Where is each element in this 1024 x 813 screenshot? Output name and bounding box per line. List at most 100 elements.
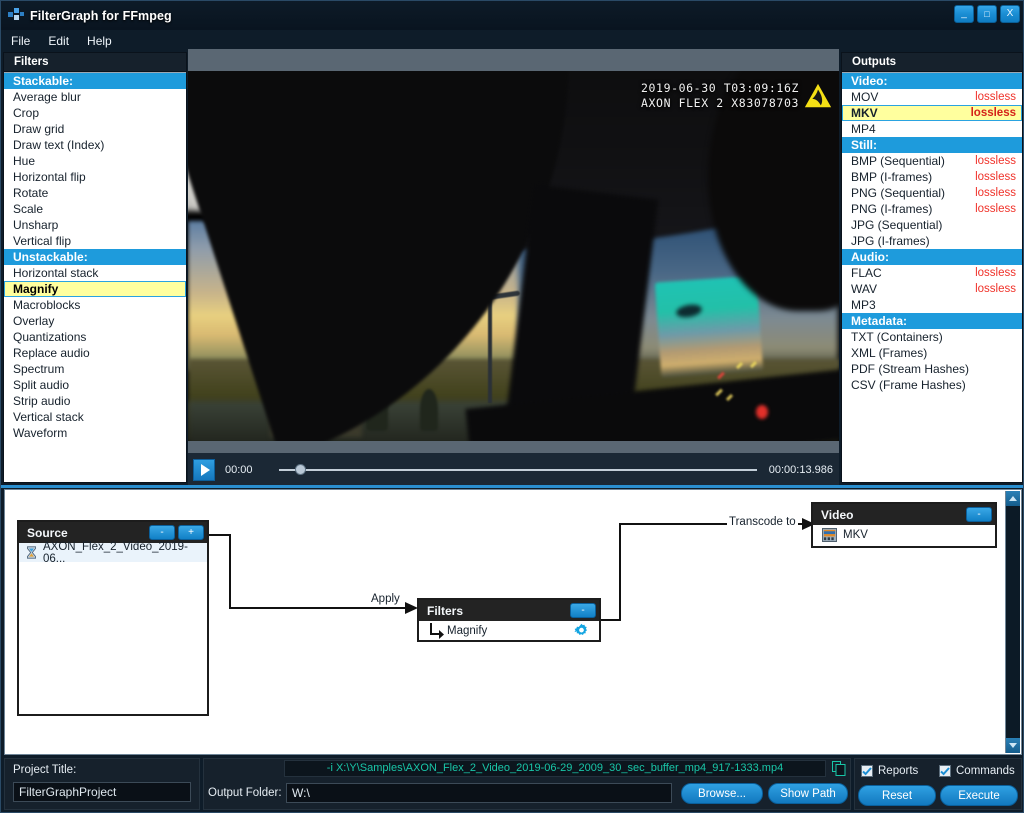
filters-list-item[interactable]: Draw grid <box>4 121 186 137</box>
filters-list[interactable]: Stackable: Average blur Crop Draw grid Draw … <box>4 72 186 482</box>
lossless-badge: lossless <box>975 203 1016 215</box>
app-logo-icon <box>8 7 24 24</box>
output-folder-label: Output Folder: <box>208 787 282 799</box>
filters-list-item[interactable]: Magnify <box>419 621 599 640</box>
outputs-list-item[interactable]: JPG (Sequential) <box>842 217 1022 233</box>
command-line-preview: -i X:\Y\Samples\AXON_Flex_2_Video_2019-0… <box>284 760 826 777</box>
outputs-list-item[interactable]: BMP (Sequential) lossless <box>842 153 1022 169</box>
show-path-button[interactable]: Show Path <box>768 783 848 804</box>
source-node-title: Source <box>27 525 68 540</box>
outputs-list-item[interactable]: XML (Frames) <box>842 345 1022 361</box>
outputs-list-item[interactable]: BMP (I-frames) lossless <box>842 169 1022 185</box>
outputs-item-label: Still: <box>851 138 877 152</box>
maximize-button[interactable]: □ <box>977 5 997 23</box>
hourglass-icon <box>27 546 36 559</box>
video-remove-button[interactable]: - <box>966 507 992 522</box>
application-window: FilterGraph for FFmpeg _ □ X File Edit H… <box>0 0 1024 813</box>
source-remove-button[interactable]: - <box>149 525 175 540</box>
outputs-list-item[interactable]: MOV lossless <box>842 89 1022 105</box>
outputs-list-item[interactable]: TXT (Containers) <box>842 329 1022 345</box>
menu-file[interactable]: File <box>11 32 39 50</box>
video-item-label: MKV <box>843 528 868 541</box>
elbow-arrow-icon <box>430 622 444 639</box>
filters-list-item[interactable]: Vertical flip <box>4 233 186 249</box>
filters-list-item[interactable]: Crop <box>4 105 186 121</box>
filters-list-item[interactable]: Horizontal stack <box>4 265 186 281</box>
filters-graph-node[interactable]: Filters - Magnify <box>417 598 601 642</box>
filters-list-item[interactable]: Draw text (Index) <box>4 137 186 153</box>
video-scene-image <box>188 71 839 441</box>
filters-list-item[interactable]: Scale <box>4 201 186 217</box>
outputs-list-item[interactable]: MKV lossless <box>842 105 1022 121</box>
outputs-list-item[interactable]: MP4 <box>842 121 1022 137</box>
outputs-list-item[interactable]: PNG (Sequential) lossless <box>842 185 1022 201</box>
lossless-badge: lossless <box>975 283 1016 295</box>
execute-button[interactable]: Execute <box>940 785 1018 806</box>
outputs-item-label: BMP (I-frames) <box>851 170 933 184</box>
gear-icon[interactable] <box>574 623 589 638</box>
filters-list-item[interactable]: Macroblocks <box>4 297 186 313</box>
outputs-list[interactable]: Video: MOV lossless MKV lossless MP4 Still: BMP… <box>842 72 1022 482</box>
video-output-node[interactable]: Video - MKV <box>811 502 997 548</box>
outputs-list-item[interactable]: WAV lossless <box>842 281 1022 297</box>
outputs-group-header: Audio: <box>842 249 1022 265</box>
reports-checkbox[interactable] <box>861 765 873 777</box>
reports-checkbox-row[interactable]: Reports <box>861 765 918 777</box>
filters-list-item[interactable]: Horizontal flip <box>4 169 186 185</box>
filters-list-item[interactable]: Spectrum <box>4 361 186 377</box>
source-list-item[interactable]: AXON_Flex_2_Video_2019-06... <box>19 541 207 565</box>
graph-canvas: Source - + AXON_Flex_2_Video_2019-06... <box>5 490 1021 754</box>
overlay-device-line: AXON FLEX 2 X83078703 <box>641 96 799 110</box>
outputs-item-label: JPG (I-frames) <box>851 234 930 248</box>
filter-graph-panel[interactable]: Source - + AXON_Flex_2_Video_2019-06... <box>4 489 1022 755</box>
video-list-item[interactable]: MKV <box>813 525 995 544</box>
lossless-badge: lossless <box>975 267 1016 279</box>
source-add-button[interactable]: + <box>178 525 204 540</box>
reset-button[interactable]: Reset <box>858 785 936 806</box>
filters-list-item[interactable]: Magnify <box>4 281 186 297</box>
title-bar: FilterGraph for FFmpeg _ □ X <box>1 1 1023 30</box>
filters-list-item[interactable]: Waveform <box>4 425 186 441</box>
source-node[interactable]: Source - + AXON_Flex_2_Video_2019-06... <box>17 520 209 716</box>
filters-list-item[interactable]: Rotate <box>4 185 186 201</box>
project-title-input[interactable] <box>13 782 191 802</box>
outputs-list-item[interactable]: CSV (Frame Hashes) <box>842 377 1022 393</box>
outputs-list-item[interactable]: PNG (I-frames) lossless <box>842 201 1022 217</box>
close-button[interactable]: X <box>1000 5 1020 23</box>
filters-node-header: Filters - <box>419 600 599 621</box>
window-controls: _ □ X <box>954 5 1020 23</box>
outputs-list-item[interactable]: FLAC lossless <box>842 265 1022 281</box>
filters-list-item[interactable]: Overlay <box>4 313 186 329</box>
commands-checkbox[interactable] <box>939 765 951 777</box>
filters-list-item[interactable]: Strip audio <box>4 393 186 409</box>
outputs-group-header: Still: <box>842 137 1022 153</box>
video-frame[interactable]: 2019-06-30 T03:09:16Z AXON FLEX 2 X83078… <box>188 71 839 441</box>
minimize-button[interactable]: _ <box>954 5 974 23</box>
filters-list-item[interactable]: Hue <box>4 153 186 169</box>
outputs-panel-header: Outputs <box>842 53 1022 72</box>
filters-remove-button[interactable]: - <box>570 603 596 618</box>
copy-icon[interactable] <box>832 761 846 776</box>
play-icon[interactable] <box>193 458 215 481</box>
filters-group-header: Unstackable: <box>4 249 186 265</box>
filters-list-item[interactable]: Average blur <box>4 89 186 105</box>
filters-list-item[interactable]: Unsharp <box>4 217 186 233</box>
outputs-list-item[interactable]: JPG (I-frames) <box>842 233 1022 249</box>
output-section: -i X:\Y\Samples\AXON_Flex_2_Video_2019-0… <box>203 758 851 810</box>
seek-thumb[interactable] <box>294 464 306 475</box>
lossless-badge: lossless <box>975 91 1016 103</box>
outputs-list-item[interactable]: MP3 <box>842 297 1022 313</box>
menu-help[interactable]: Help <box>87 32 121 50</box>
commands-checkbox-row[interactable]: Commands <box>939 765 1015 777</box>
filters-list-item[interactable]: Replace audio <box>4 345 186 361</box>
outputs-list-item[interactable]: PDF (Stream Hashes) <box>842 361 1022 377</box>
filters-list-item[interactable]: Vertical stack <box>4 409 186 425</box>
filters-list-item[interactable]: Split audio <box>4 377 186 393</box>
filters-list-item[interactable]: Quantizations <box>4 329 186 345</box>
seek-slider[interactable] <box>278 460 757 480</box>
filters-group-header: Stackable: <box>4 73 186 89</box>
browse-button[interactable]: Browse... <box>681 783 763 804</box>
output-folder-input[interactable] <box>286 783 672 803</box>
video-node-title: Video <box>821 507 854 522</box>
menu-edit[interactable]: Edit <box>48 32 78 50</box>
